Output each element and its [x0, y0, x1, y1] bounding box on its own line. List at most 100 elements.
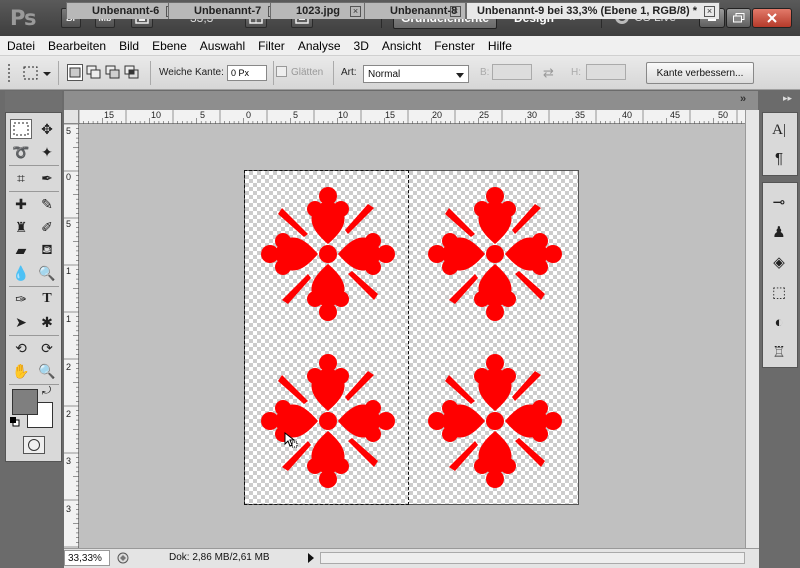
width-label: B: [480, 67, 490, 78]
brush-presets-button[interactable]: ⊸ [765, 190, 793, 214]
tab-1023-jpg[interactable]: 1023.jpg × [270, 2, 366, 19]
vertical-scrollbar[interactable] [745, 110, 759, 548]
brush-tool[interactable]: ✎ [36, 194, 58, 214]
brush-icon: ✎ [41, 195, 53, 212]
close-icon[interactable]: × [704, 6, 715, 17]
document-info-icon [117, 552, 129, 564]
ruler-ticks [64, 124, 79, 548]
tab-unbenannt-7[interactable]: Unbenannt-7 × [168, 2, 284, 19]
default-colors-button[interactable] [10, 417, 20, 427]
zoom-tool[interactable]: 🔍 [36, 361, 58, 381]
menu-auswahl[interactable]: Auswahl [194, 39, 251, 53]
flower-bottom-right [428, 354, 562, 488]
zoom-status-field[interactable]: 33,33% [64, 550, 110, 566]
more-tabs-icon[interactable]: » [740, 93, 746, 105]
divider [9, 165, 59, 166]
subtract-selection-button[interactable] [105, 64, 121, 81]
paint-bucket-tool[interactable]: ⛾ [36, 240, 58, 260]
clone-source-button[interactable]: ♟ [765, 220, 793, 244]
toolbox-header[interactable] [5, 91, 62, 112]
path-selection-tool[interactable]: ➤ [10, 312, 32, 332]
expand-arrows-icon[interactable]: ▸▸ [783, 93, 792, 104]
healing-brush-tool[interactable]: ✚ [10, 194, 32, 214]
close-icon[interactable]: × [450, 6, 461, 17]
cursor-arrow-icon: ➤ [15, 313, 27, 330]
history-brush-tool[interactable]: ✐ [36, 217, 58, 237]
ruler-origin[interactable] [64, 110, 79, 124]
grip-handle[interactable] [8, 64, 16, 82]
magic-wand-tool[interactable]: ✦ [36, 142, 58, 162]
document-tab-bar [64, 91, 758, 110]
add-selection-button[interactable] [86, 64, 102, 81]
eyedropper-tool[interactable]: ✒ [36, 168, 58, 188]
ruler-label: 10 [338, 110, 349, 120]
foreground-color-swatch[interactable] [12, 389, 38, 415]
menu-ansicht[interactable]: Ansicht [376, 39, 427, 53]
close-icon[interactable]: × [350, 6, 361, 17]
tab-unbenannt-6[interactable]: Unbenannt-6 × [66, 2, 182, 19]
style-select[interactable]: Normal [363, 65, 469, 83]
antialias-checkbox[interactable] [276, 66, 287, 77]
type-tool[interactable]: T [36, 289, 58, 309]
crop-tool[interactable]: ⌗ [10, 168, 32, 188]
blur-tool[interactable]: 💧 [10, 263, 32, 283]
menu-hilfe[interactable]: Hilfe [482, 39, 518, 53]
status-menu-arrow-icon[interactable] [308, 553, 314, 563]
close-window-button[interactable] [752, 8, 792, 28]
dodge-tool[interactable]: 🔍 [36, 263, 58, 283]
restore-button[interactable] [726, 8, 751, 28]
paint-bucket-icon: ⛾ [41, 240, 53, 257]
tab-unbenannt-8[interactable]: Unbenannt-8 × [364, 2, 466, 19]
paragraph-panel-button[interactable]: ¶ [765, 146, 793, 170]
chevron-down-icon [456, 73, 464, 78]
menu-fenster[interactable]: Fenster [428, 39, 481, 53]
masks-panel-button[interactable]: ♖ [765, 340, 793, 364]
quick-mask-button[interactable] [23, 436, 45, 454]
clone-stamp-tool[interactable]: ♜ [10, 217, 32, 237]
rectangular-marquee-icon [23, 66, 51, 80]
menu-3d[interactable]: 3D [348, 39, 375, 53]
status-icon[interactable] [116, 551, 130, 565]
menu-analyse[interactable]: Analyse [292, 39, 347, 53]
swap-colors-icon[interactable]: ⤾ [42, 385, 51, 398]
menu-bild[interactable]: Bild [113, 39, 145, 53]
lasso-tool[interactable]: ➰ [10, 142, 32, 162]
hand-tool[interactable]: ✋ [10, 361, 32, 381]
tab-unbenannt-9[interactable]: Unbenannt-9 bei 33,3% (Ebene 1, RGB/8) *… [466, 2, 720, 19]
paths-panel-button[interactable]: ⬚ [765, 280, 793, 304]
divider [9, 335, 59, 336]
menu-bearbeiten[interactable]: Bearbeiten [42, 39, 112, 53]
character-panel-button[interactable]: A| [765, 118, 793, 142]
move-icon: ✥ [41, 120, 53, 137]
divider [58, 61, 59, 85]
ruler-label: 35 [575, 110, 586, 120]
tool-preset-picker[interactable] [22, 64, 52, 82]
menu-ebene[interactable]: Ebene [146, 39, 193, 53]
new-selection-button[interactable] [67, 64, 83, 81]
horizontal-scrollbar[interactable] [320, 552, 745, 564]
rectangular-marquee-tool[interactable] [10, 119, 32, 139]
height-input[interactable] [586, 64, 626, 80]
adjustments-panel-button[interactable]: ◐ [765, 310, 793, 334]
refine-edge-button[interactable]: Kante verbessern... [646, 62, 754, 84]
3d-rotate-icon: ⟲ [15, 339, 27, 356]
eraser-tool[interactable]: ▰ [10, 240, 32, 260]
swap-icon[interactable]: ⇄ [543, 65, 554, 81]
horizontal-ruler[interactable]: 15 10 5 0 5 10 15 20 25 30 35 40 45 50 [79, 110, 745, 124]
menu-datei[interactable]: Datei [1, 39, 41, 53]
pen-tool[interactable]: ✑ [10, 289, 32, 309]
3d-rotate-tool[interactable]: ⟲ [10, 338, 32, 358]
move-tool[interactable]: ✥ [36, 119, 58, 139]
vertical-ruler[interactable]: 5 0 5 1 1 2 2 3 3 [64, 124, 79, 548]
intersect-selection-button[interactable] [124, 64, 140, 81]
ruler-label: 5 [200, 110, 206, 120]
menu-filter[interactable]: Filter [252, 39, 291, 53]
width-input[interactable] [492, 64, 532, 80]
3d-orbit-tool[interactable]: ⟳ [36, 338, 58, 358]
tab-label: Unbenannt-6 [92, 5, 160, 17]
eyedropper-icon: ✒ [41, 169, 53, 186]
feather-input[interactable] [227, 65, 267, 81]
layers-panel-button[interactable]: ◈ [765, 250, 793, 274]
custom-shape-tool[interactable]: ✱ [36, 312, 58, 332]
quick-mask-icon [28, 439, 40, 451]
